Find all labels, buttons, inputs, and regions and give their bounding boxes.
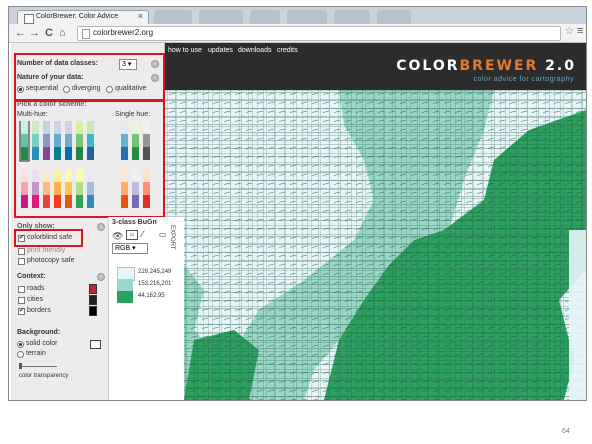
help-icon[interactable]: i: [97, 223, 105, 231]
color-transparency-label: color transparency: [19, 373, 69, 379]
tab-title: ColorBrewer: Color Advice: [36, 13, 119, 20]
tagline: color advice for cartography: [473, 76, 574, 83]
tab-blurred[interactable]: [334, 10, 370, 24]
roads-label: roads: [27, 285, 45, 292]
choropleth-map[interactable]: [164, 90, 586, 400]
reload-icon[interactable]: C: [45, 26, 53, 40]
close-tab-icon[interactable]: ×: [138, 11, 143, 21]
transparency-slider-handle[interactable]: [19, 363, 22, 369]
highlight-box: [14, 53, 165, 102]
cities-color-swatch[interactable]: [89, 295, 97, 305]
highlight-box: [14, 229, 83, 247]
nav-updates[interactable]: updates: [208, 47, 233, 54]
roads-color-swatch[interactable]: [89, 284, 97, 294]
solid-color-label: solid color: [26, 340, 58, 347]
legend-swatch-2: [117, 279, 133, 291]
legend-value-2[interactable]: 153,216,201: [138, 281, 171, 287]
print-friendly-checkbox[interactable]: [18, 248, 25, 255]
browser-toolbar: ← → C ⌂ colorbrewer2.org ☆ ≡: [9, 24, 586, 43]
browser-window: ColorBrewer: Color Advice × ← → C ⌂ colo…: [8, 6, 587, 401]
tab-strip: ColorBrewer: Color Advice ×: [9, 7, 586, 25]
map-region-light: [569, 230, 586, 400]
colorbrewer-page: how to use updates downloads credits COL…: [9, 43, 586, 400]
print-icon[interactable]: ▭: [126, 230, 138, 240]
tab-blurred[interactable]: [250, 10, 280, 24]
roads-checkbox[interactable]: [18, 286, 25, 293]
borders-label: borders: [27, 307, 51, 314]
borders-checkbox[interactable]: ✔: [18, 308, 25, 315]
context-label: Context:: [17, 273, 46, 280]
borders-color-swatch[interactable]: [89, 306, 97, 316]
address-bar[interactable]: colorbrewer2.org: [77, 26, 561, 41]
print-friendly-label: print friendly: [27, 247, 66, 254]
nav-credits[interactable]: credits: [277, 47, 298, 54]
page-icon: [82, 29, 90, 39]
colorbrewer-logo: COLORBREWER 2.0: [396, 58, 576, 74]
copier-icon[interactable]: ⁄: [142, 229, 144, 239]
tab-blurred[interactable]: [199, 10, 243, 24]
nav-downloads[interactable]: downloads: [238, 47, 271, 54]
tab-colorbrewer[interactable]: ColorBrewer: Color Advice ×: [17, 10, 149, 25]
legend-value-1[interactable]: 229,245,249: [138, 269, 171, 275]
export-tab[interactable]: EXPORT: [169, 225, 175, 250]
highlight-box: [14, 99, 165, 218]
page-favicon-icon: [24, 14, 34, 24]
bookmark-star-icon[interactable]: ☆: [565, 26, 574, 37]
color-format-select[interactable]: RGB ▾: [112, 243, 148, 254]
top-nav-bar: how to use updates downloads credits COL…: [164, 43, 586, 90]
cities-label: cities: [27, 296, 43, 303]
help-icon[interactable]: i: [97, 273, 105, 281]
photocopy-safe-label: photocopy safe: [27, 257, 75, 264]
back-arrow-icon[interactable]: ←: [15, 26, 26, 40]
county-borders: [164, 90, 586, 400]
tab-blurred[interactable]: [287, 10, 327, 24]
background-color-swatch[interactable]: [90, 340, 101, 349]
nav-how-to-use[interactable]: how to use: [168, 47, 202, 54]
photocopy-safe-checkbox[interactable]: [18, 258, 25, 265]
forward-arrow-icon[interactable]: →: [29, 26, 40, 40]
radio-terrain[interactable]: [17, 351, 24, 358]
terrain-label: terrain: [26, 350, 46, 357]
browser-menu-icon[interactable]: ≡: [577, 25, 583, 37]
radio-solid-color[interactable]: [17, 341, 24, 348]
legend-swatch-3: [117, 291, 133, 303]
slide-number: 64: [562, 428, 570, 435]
legend-value-3[interactable]: 44,162,95: [138, 293, 165, 299]
tab-blurred[interactable]: [377, 10, 411, 24]
cities-checkbox[interactable]: [18, 297, 25, 304]
url-text: colorbrewer2.org: [93, 28, 154, 37]
tab-blurred[interactable]: [154, 10, 192, 24]
transparency-slider[interactable]: [19, 366, 57, 367]
eye-icon[interactable]: 👁: [112, 231, 123, 242]
home-icon[interactable]: ⌂: [59, 26, 66, 40]
background-label: Background:: [17, 329, 61, 336]
screen-icon[interactable]: ▭: [159, 230, 167, 239]
legend-title: 3-class BuGn: [112, 219, 157, 226]
